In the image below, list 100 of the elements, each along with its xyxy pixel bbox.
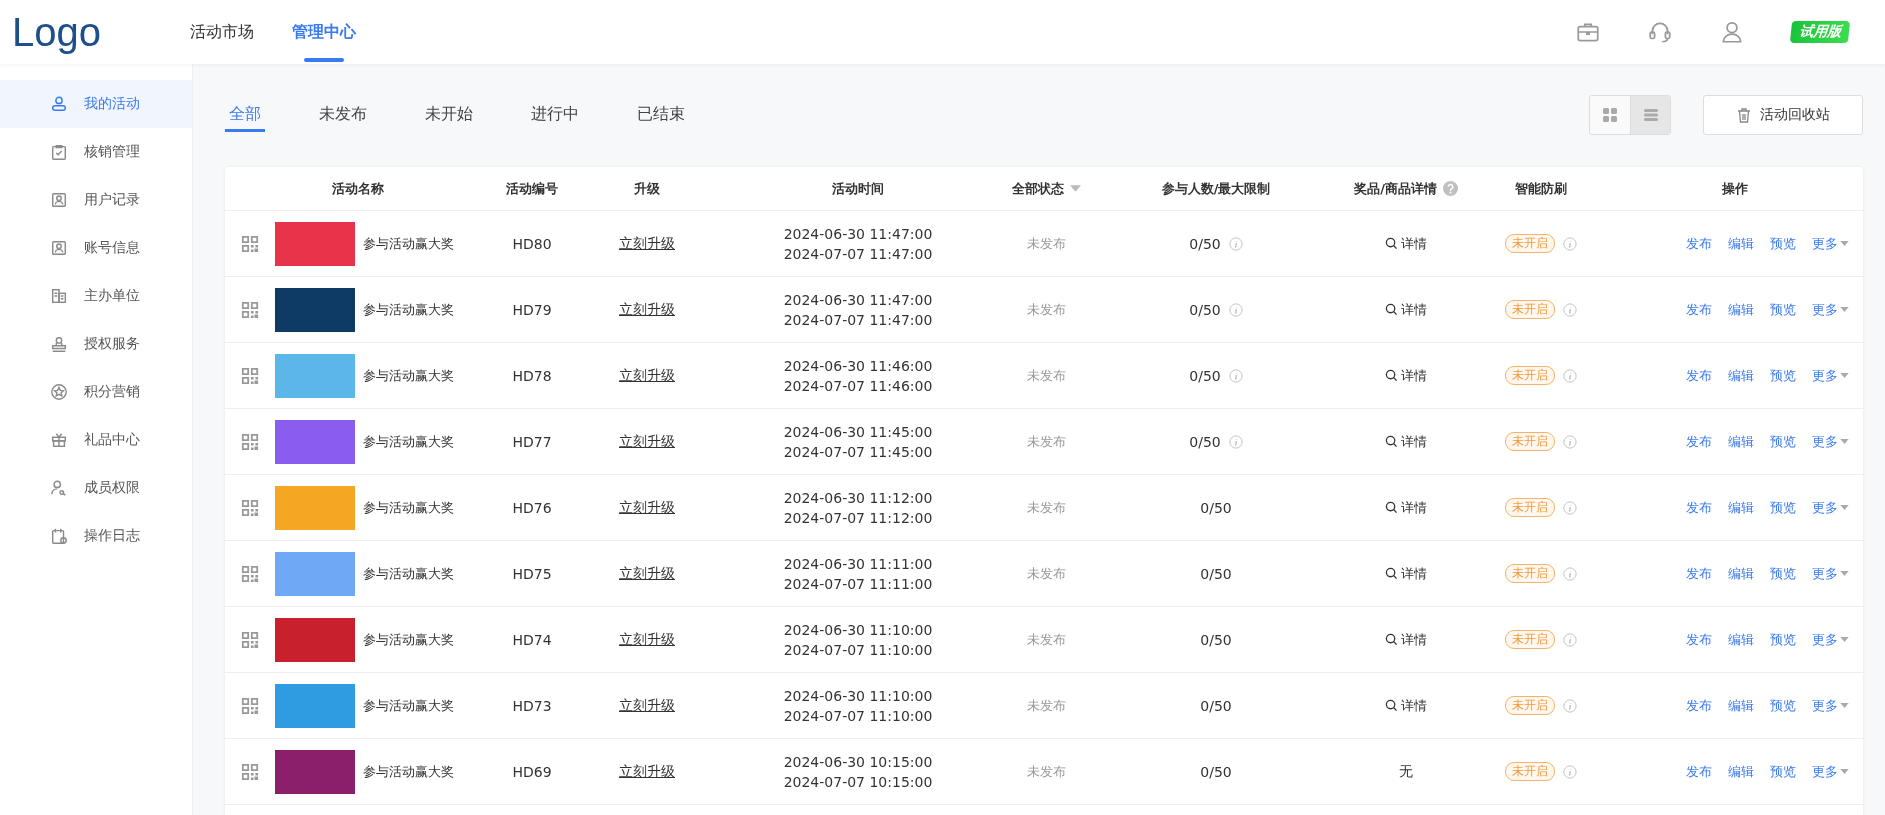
action-link[interactable]: 发布 (1686, 366, 1712, 385)
sidebar-item[interactable]: 用户记录 (0, 176, 192, 224)
upgrade-link[interactable]: 立刻升级 (619, 498, 675, 517)
sidebar-item[interactable]: 账号信息 (0, 224, 192, 272)
nav-tab[interactable]: 管理中心 (292, 0, 356, 64)
details-link[interactable]: 详情 (1385, 366, 1427, 385)
info-icon[interactable] (1228, 368, 1243, 383)
info-icon[interactable] (1563, 302, 1577, 317)
qr-code-icon[interactable] (241, 762, 259, 781)
filter-tab[interactable]: 全部 (225, 98, 265, 132)
info-icon[interactable] (1563, 236, 1577, 251)
info-icon[interactable] (1563, 500, 1577, 515)
qr-code-icon[interactable] (241, 432, 259, 451)
more-dropdown[interactable]: 更多 (1812, 498, 1849, 517)
sidebar-item[interactable]: 主办单位 (0, 272, 192, 320)
details-link[interactable]: 详情 (1385, 498, 1427, 517)
action-link[interactable]: 编辑 (1728, 300, 1754, 319)
sidebar-item[interactable]: 成员权限 (0, 464, 192, 512)
qr-code-icon[interactable] (241, 300, 259, 319)
details-link[interactable]: 详情 (1385, 234, 1427, 253)
info-icon[interactable] (1228, 236, 1243, 251)
caret-icon (1840, 307, 1849, 312)
qr-code-icon[interactable] (241, 498, 259, 517)
details-link[interactable]: 详情 (1385, 630, 1427, 649)
action-link[interactable]: 发布 (1686, 300, 1712, 319)
action-link[interactable]: 编辑 (1728, 630, 1754, 649)
filter-tab[interactable]: 进行中 (527, 98, 583, 132)
upgrade-link[interactable]: 立刻升级 (619, 564, 675, 583)
info-icon[interactable] (1563, 698, 1577, 713)
action-link[interactable]: 编辑 (1728, 564, 1754, 583)
action-link[interactable]: 预览 (1770, 366, 1796, 385)
more-dropdown[interactable]: 更多 (1812, 564, 1849, 583)
sidebar-item[interactable]: 操作日志 (0, 512, 192, 560)
details-link[interactable]: 详情 (1385, 696, 1427, 715)
more-dropdown[interactable]: 更多 (1812, 432, 1849, 451)
qr-code-icon[interactable] (241, 366, 259, 385)
upgrade-link[interactable]: 立刻升级 (619, 762, 675, 781)
upgrade-link[interactable]: 立刻升级 (619, 432, 675, 451)
more-dropdown[interactable]: 更多 (1812, 234, 1849, 253)
more-dropdown[interactable]: 更多 (1812, 300, 1849, 319)
qr-code-icon[interactable] (241, 564, 259, 583)
action-link[interactable]: 预览 (1770, 432, 1796, 451)
more-dropdown[interactable]: 更多 (1812, 630, 1849, 649)
action-link[interactable]: 预览 (1770, 630, 1796, 649)
dropdown-caret-icon[interactable] (1069, 185, 1081, 192)
recycle-bin-button[interactable]: 活动回收站 (1703, 95, 1863, 135)
more-dropdown[interactable]: 更多 (1812, 366, 1849, 385)
help-icon[interactable] (1442, 181, 1458, 196)
action-link[interactable]: 发布 (1686, 696, 1712, 715)
details-link[interactable]: 详情 (1385, 432, 1427, 451)
user-icon[interactable] (1719, 19, 1745, 45)
upgrade-link[interactable]: 立刻升级 (619, 234, 675, 253)
sidebar-item[interactable]: 核销管理 (0, 128, 192, 176)
action-link[interactable]: 发布 (1686, 432, 1712, 451)
action-link[interactable]: 预览 (1770, 762, 1796, 781)
activity-name: 参与活动赢大奖 (363, 432, 454, 451)
action-link[interactable]: 发布 (1686, 498, 1712, 517)
action-link[interactable]: 发布 (1686, 762, 1712, 781)
nav-tab[interactable]: 活动市场 (190, 0, 254, 64)
action-link[interactable]: 预览 (1770, 234, 1796, 253)
action-link[interactable]: 编辑 (1728, 762, 1754, 781)
upgrade-link[interactable]: 立刻升级 (619, 630, 675, 649)
upgrade-link[interactable]: 立刻升级 (619, 300, 675, 319)
column-header: 活动编号 (506, 179, 558, 198)
action-link[interactable]: 预览 (1770, 696, 1796, 715)
list-view-button[interactable] (1630, 96, 1670, 134)
action-link[interactable]: 编辑 (1728, 234, 1754, 253)
filter-tab[interactable]: 未开始 (421, 98, 477, 132)
action-link[interactable]: 编辑 (1728, 696, 1754, 715)
more-dropdown[interactable]: 更多 (1812, 762, 1849, 781)
info-icon[interactable] (1563, 566, 1577, 581)
info-icon[interactable] (1563, 368, 1577, 383)
qr-code-icon[interactable] (241, 234, 259, 253)
qr-code-icon[interactable] (241, 630, 259, 649)
action-link[interactable]: 预览 (1770, 300, 1796, 319)
info-icon[interactable] (1563, 764, 1577, 779)
action-link[interactable]: 预览 (1770, 498, 1796, 517)
sidebar-item[interactable]: 积分营销 (0, 368, 192, 416)
filter-tab[interactable]: 已结束 (633, 98, 689, 132)
details-link[interactable]: 详情 (1385, 300, 1427, 319)
action-link[interactable]: 发布 (1686, 630, 1712, 649)
info-icon[interactable] (1228, 434, 1243, 449)
qr-code-icon[interactable] (241, 696, 259, 715)
action-link[interactable]: 发布 (1686, 234, 1712, 253)
action-link[interactable]: 发布 (1686, 564, 1712, 583)
action-link[interactable]: 编辑 (1728, 366, 1754, 385)
more-dropdown[interactable]: 更多 (1812, 696, 1849, 715)
upgrade-link[interactable]: 立刻升级 (619, 696, 675, 715)
info-icon[interactable] (1563, 632, 1577, 647)
action-link[interactable]: 预览 (1770, 564, 1796, 583)
action-link[interactable]: 编辑 (1728, 432, 1754, 451)
info-icon[interactable] (1228, 302, 1243, 317)
sidebar-item[interactable]: 我的活动 (0, 80, 192, 128)
sidebar-item[interactable]: 授权服务 (0, 320, 192, 368)
info-icon[interactable] (1563, 434, 1577, 449)
action-link[interactable]: 编辑 (1728, 498, 1754, 517)
filter-tab[interactable]: 未发布 (315, 98, 371, 132)
upgrade-link[interactable]: 立刻升级 (619, 366, 675, 385)
sidebar-item[interactable]: 礼品中心 (0, 416, 192, 464)
details-link[interactable]: 详情 (1385, 564, 1427, 583)
